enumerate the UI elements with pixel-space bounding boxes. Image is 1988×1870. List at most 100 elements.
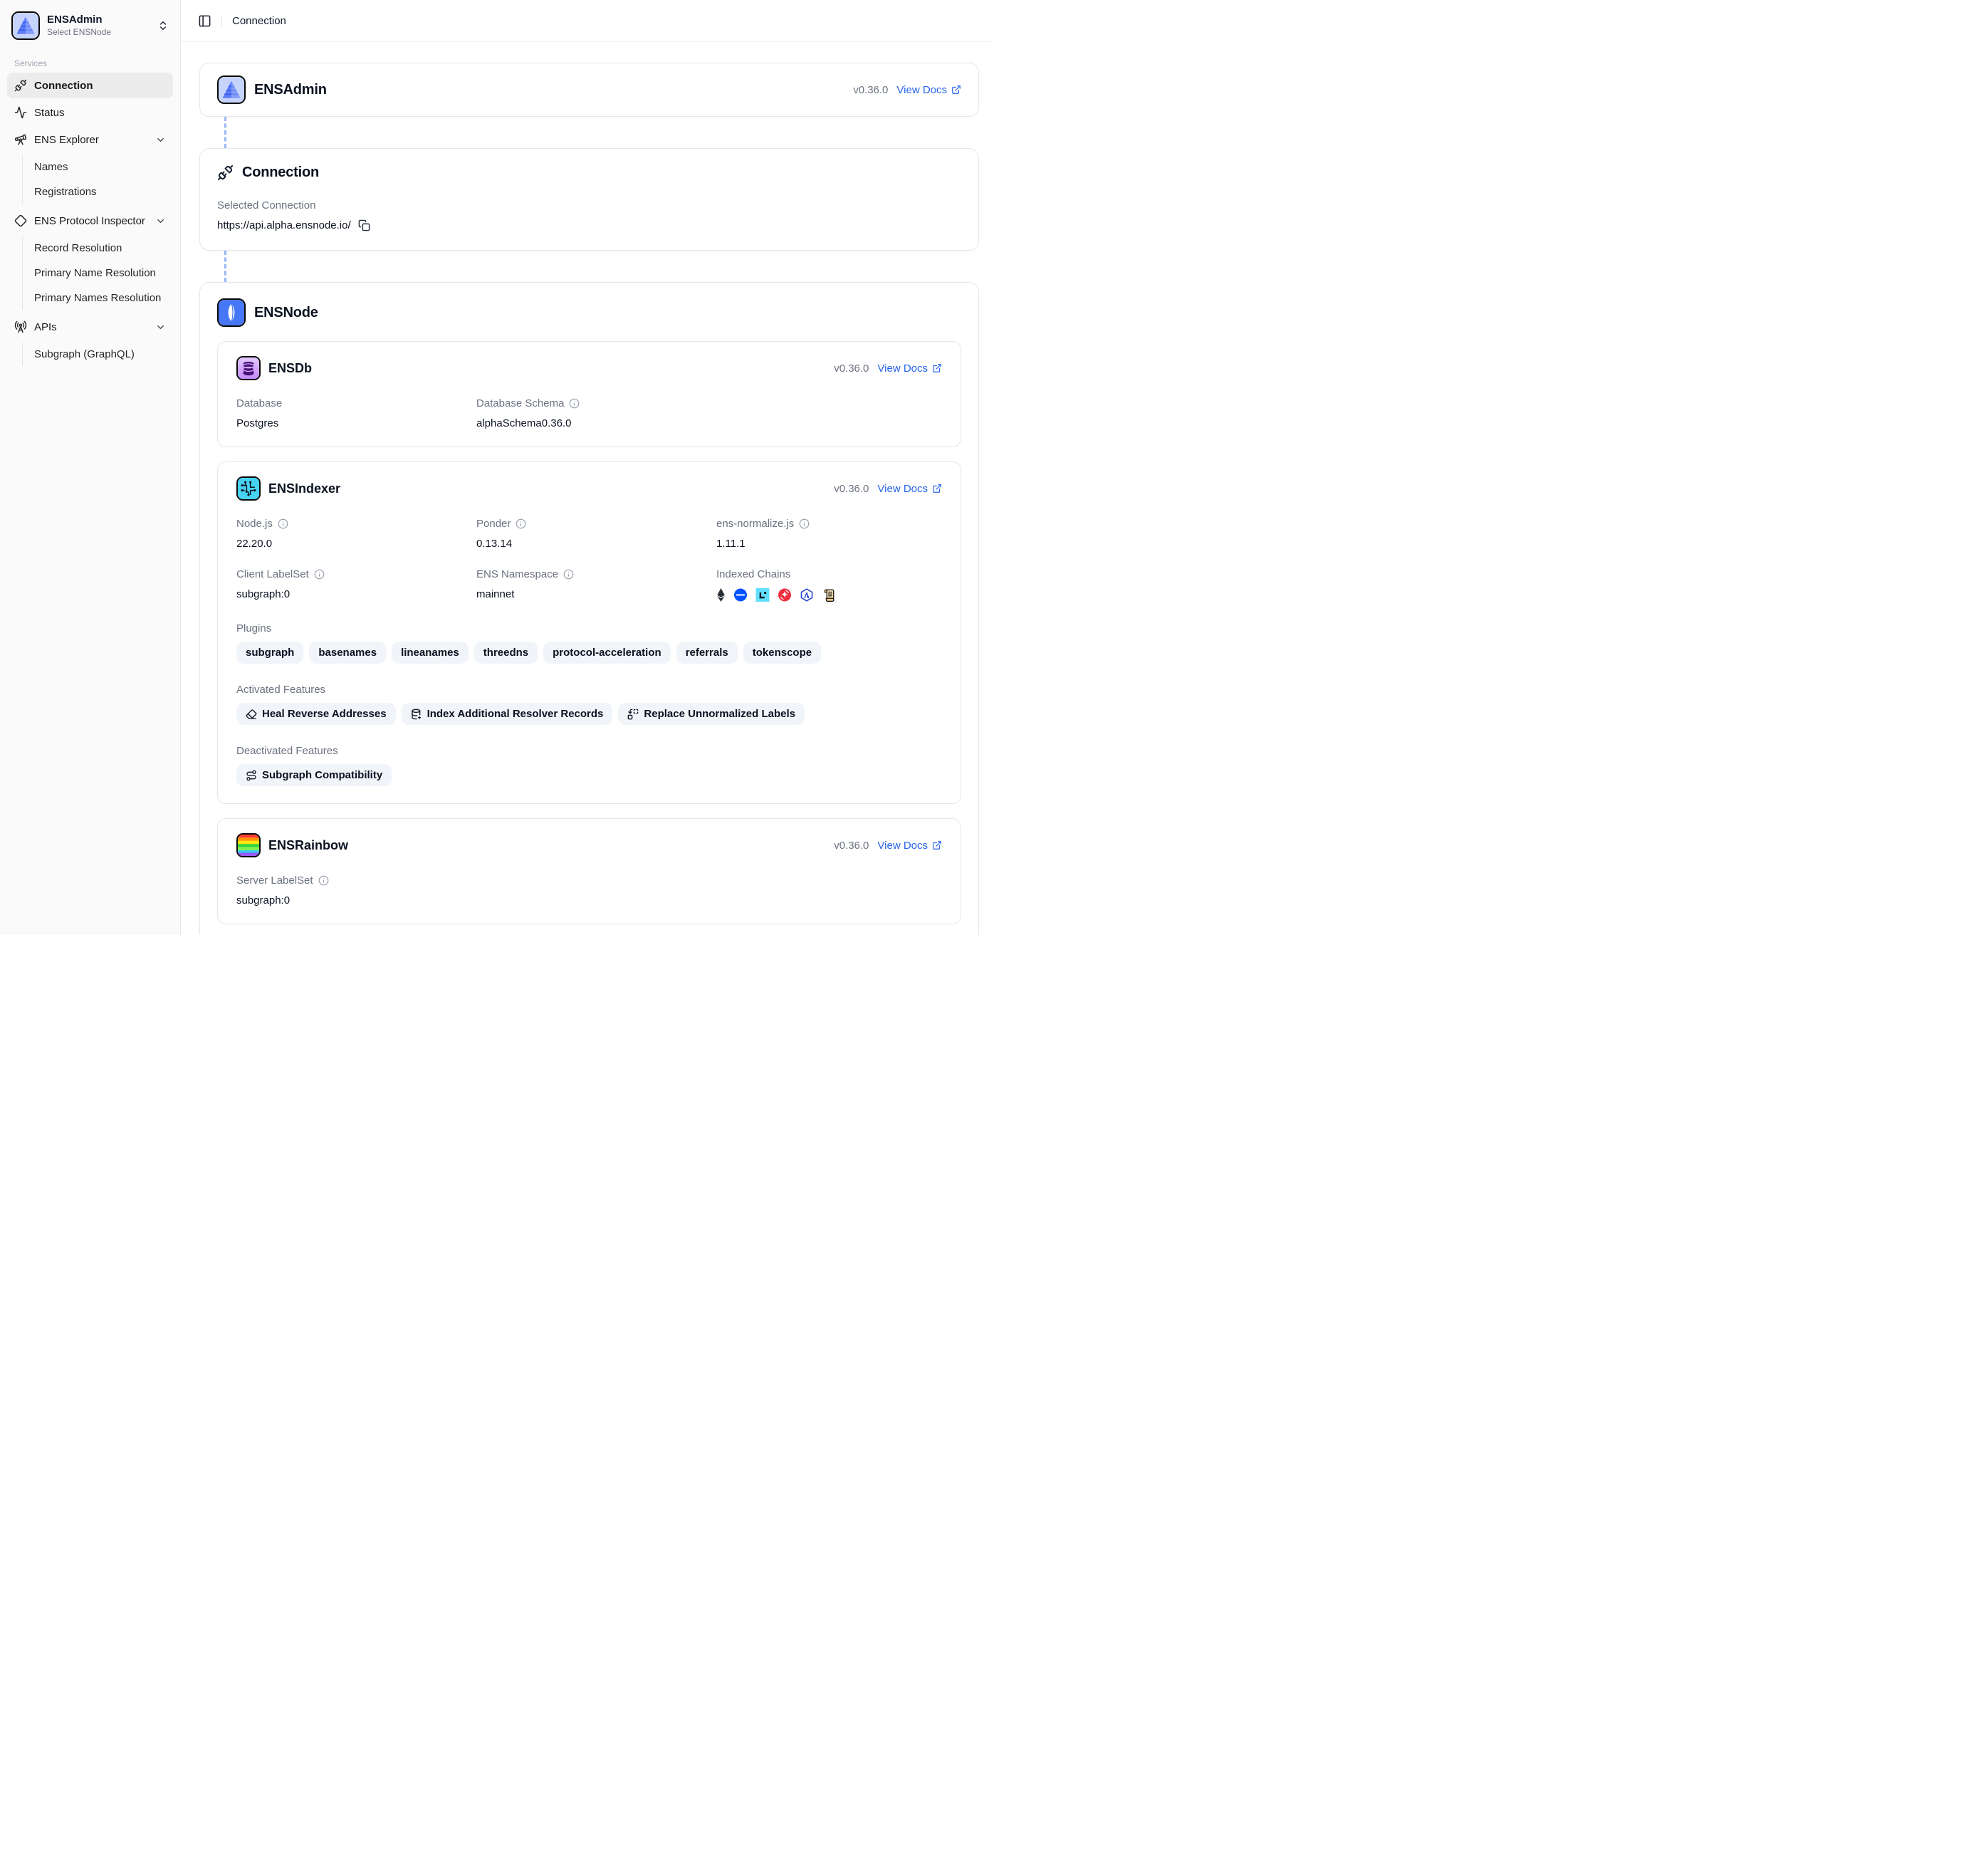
- ensnode-selector[interactable]: ENSAdmin Select ENSNode: [7, 7, 173, 44]
- ensadmin-version: v0.36.0: [853, 84, 888, 96]
- database-value: Postgres: [236, 417, 462, 429]
- sidebar: ENSAdmin Select ENSNode Services Connect…: [0, 0, 181, 935]
- connection-card: Connection Selected Connection https://a…: [199, 148, 979, 251]
- ens-normalize-value: 1.11.1: [716, 538, 942, 550]
- app-subtitle: Select ENSNode: [47, 28, 150, 38]
- copy-icon[interactable]: [358, 219, 370, 231]
- ensnode-logo-icon: [217, 298, 246, 327]
- feature-chip: Heal Reverse Addresses: [236, 703, 396, 725]
- sidebar-item-names[interactable]: Names: [27, 155, 173, 179]
- database-schema-label: Database Schema: [476, 397, 702, 409]
- activated-features-list: Heal Reverse Addresses Index Additional …: [236, 703, 942, 725]
- plugin-chip: threedns: [474, 642, 538, 664]
- ensadmin-logo-icon: [217, 75, 246, 104]
- external-link-icon: [932, 840, 942, 850]
- ensrainbow-title: ENSRainbow: [268, 838, 348, 853]
- ensdb-title: ENSDb: [268, 361, 312, 376]
- ensindexer-card: ENSIndexer v0.36.0 View Docs N: [217, 461, 961, 804]
- ensdb-card: ENSDb v0.36.0 View Docs Database P: [217, 341, 961, 447]
- main-area: Connection ENSAdmin v0.36.0: [181, 0, 994, 935]
- apis-subnav: Subgraph (GraphQL): [22, 343, 173, 366]
- route-icon: [246, 770, 257, 781]
- activated-features-label: Activated Features: [236, 684, 942, 696]
- ensindexer-view-docs-link[interactable]: View Docs: [877, 483, 942, 495]
- plugin-chip: protocol-acceleration: [543, 642, 671, 664]
- sidebar-item-ens-protocol-inspector[interactable]: ENS Protocol Inspector: [7, 208, 173, 234]
- chevrons-up-down-icon[interactable]: [157, 20, 169, 31]
- sidebar-item-apis[interactable]: APIs: [7, 314, 173, 340]
- ensrainbow-view-docs-link[interactable]: View Docs: [877, 840, 942, 852]
- app-name: ENSAdmin: [47, 14, 150, 26]
- ensnode-card: ENSNode: [199, 282, 979, 935]
- sidebar-item-status[interactable]: Status: [7, 100, 173, 125]
- diamond-icon: [14, 214, 27, 227]
- optimism-chain-icon: [778, 588, 792, 602]
- nodejs-value: 22.20.0: [236, 538, 462, 550]
- database-schema-value: alphaSchema0.36.0: [476, 417, 702, 429]
- chevron-down-icon[interactable]: [155, 216, 166, 226]
- telescope-icon: [14, 133, 27, 146]
- plugin-chip: lineanames: [392, 642, 469, 664]
- ensadmin-view-docs-link[interactable]: View Docs: [896, 84, 961, 96]
- info-icon[interactable]: [318, 875, 329, 886]
- info-icon[interactable]: [563, 569, 574, 580]
- feature-chip: Index Additional Resolver Records: [402, 703, 613, 725]
- ethereum-chain-icon: [716, 588, 726, 602]
- sidebar-toggle-icon[interactable]: [198, 14, 211, 28]
- client-labelset-label: Client LabelSet: [236, 568, 462, 580]
- sidebar-item-ens-explorer[interactable]: ENS Explorer: [7, 127, 173, 152]
- topbar-divider: [221, 15, 222, 27]
- services-section-label: Services: [7, 58, 173, 68]
- ens-namespace-label: ENS Namespace: [476, 568, 702, 580]
- ponder-label: Ponder: [476, 518, 702, 530]
- dashed-connector: [224, 251, 226, 282]
- info-icon[interactable]: [278, 518, 288, 529]
- server-labelset-value: subgraph:0: [236, 894, 462, 907]
- sidebar-item-registrations[interactable]: Registrations: [27, 180, 173, 204]
- sidebar-item-primary-names-resolution[interactable]: Primary Names Resolution: [27, 286, 173, 310]
- info-icon[interactable]: [569, 398, 580, 409]
- info-icon[interactable]: [799, 518, 810, 529]
- sidebar-item-primary-name-resolution[interactable]: Primary Name Resolution: [27, 261, 173, 285]
- plugins-label: Plugins: [236, 622, 942, 634]
- server-labelset-label: Server LabelSet: [236, 874, 462, 887]
- ens-explorer-subnav: Names Registrations: [22, 155, 173, 204]
- topbar: Connection: [181, 0, 994, 42]
- ens-normalize-label: ens-normalize.js: [716, 518, 942, 530]
- ensadmin-logo-icon: [11, 11, 40, 40]
- ensdb-logo-icon: [236, 356, 261, 380]
- sidebar-item-connection[interactable]: Connection: [7, 73, 173, 98]
- chevron-down-icon[interactable]: [155, 322, 166, 333]
- ensrainbow-version: v0.36.0: [834, 840, 869, 852]
- app-root: ENSAdmin Select ENSNode Services Connect…: [0, 0, 994, 935]
- external-link-icon: [951, 85, 961, 95]
- selected-connection-label: Selected Connection: [217, 199, 961, 211]
- ensadmin-card: ENSAdmin v0.36.0 View Docs: [199, 63, 979, 117]
- plugin-chip: basenames: [309, 642, 386, 664]
- base-chain-icon: [733, 588, 748, 602]
- external-link-icon: [932, 484, 942, 493]
- info-icon[interactable]: [314, 569, 325, 580]
- unplug-icon: [14, 79, 27, 92]
- linea-chain-icon: [755, 588, 770, 602]
- plugin-chip: subgraph: [236, 642, 303, 664]
- chevron-down-icon[interactable]: [155, 135, 166, 145]
- ensindexer-title: ENSIndexer: [268, 481, 340, 496]
- info-icon[interactable]: [516, 518, 526, 529]
- ensindexer-logo-icon: [236, 476, 261, 501]
- protocol-inspector-subnav: Record Resolution Primary Name Resolutio…: [22, 236, 173, 310]
- database-plus-icon: [411, 709, 422, 720]
- plugin-chip: tokenscope: [743, 642, 821, 664]
- feature-chip: Subgraph Compatibility: [236, 764, 392, 786]
- ensdb-view-docs-link[interactable]: View Docs: [877, 362, 942, 375]
- ensadmin-card-title: ENSAdmin: [254, 82, 327, 98]
- nodejs-label: Node.js: [236, 518, 462, 530]
- indexed-chains-label: Indexed Chains: [716, 568, 942, 580]
- database-label: Database: [236, 397, 462, 409]
- connection-url: https://api.alpha.ensnode.io/: [217, 219, 351, 231]
- replace-icon: [627, 709, 639, 720]
- connection-card-title: Connection: [242, 164, 319, 181]
- sidebar-item-record-resolution[interactable]: Record Resolution: [27, 236, 173, 260]
- plugin-chip: referrals: [676, 642, 738, 664]
- sidebar-item-subgraph-graphql[interactable]: Subgraph (GraphQL): [27, 343, 173, 366]
